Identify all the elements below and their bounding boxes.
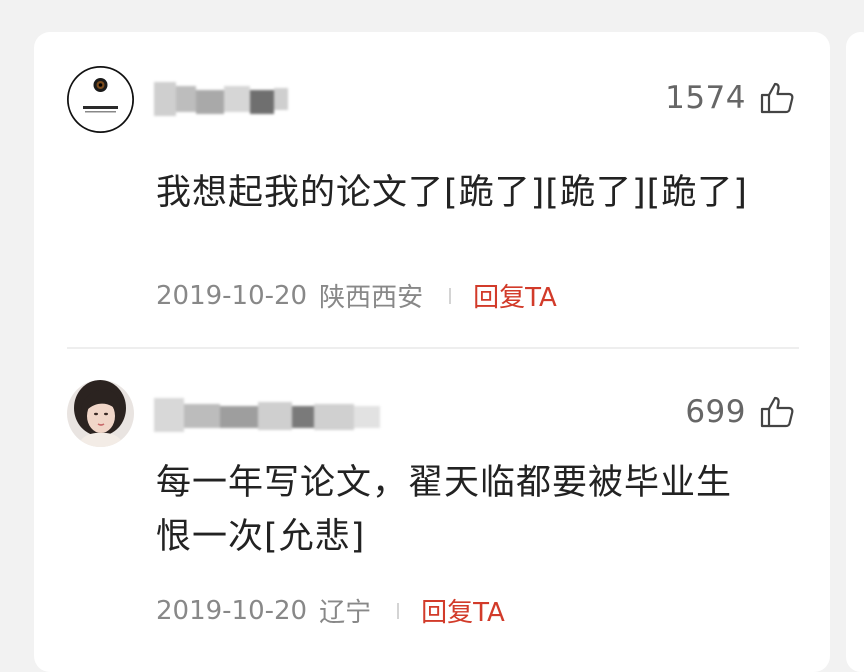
comment-separator [67,347,799,349]
like-counter[interactable]: 699 [685,394,794,430]
comment-date: 2019-10-20 [156,595,308,626]
eye-logo-avatar [67,66,134,133]
username-blurred[interactable] [154,398,384,432]
thumbs-up-icon[interactable] [760,396,794,428]
comment-date: 2019-10-20 [156,280,308,311]
comment-location: 陕西西安 [319,283,424,313]
username-blurred[interactable] [154,82,294,116]
avatar[interactable] [67,66,134,133]
like-count: 1574 [665,80,746,116]
comment-text: 每一年写论文，翟天临都要被毕业生 恨一次[允悲] [156,456,796,564]
comment-meta: 2019-10-20 辽宁 回复TA [156,592,505,629]
meta-divider [449,287,452,304]
comments-card: 1574 我想起我的论文了[跪了][跪了][跪了] 2019-10-20 陕西西… [34,32,830,672]
portrait-avatar [67,380,134,447]
comment-location: 辽宁 [319,598,372,628]
thumbs-up-icon[interactable] [760,82,794,114]
comment-text-line-2: 恨一次[允悲] [156,517,366,557]
meta-divider [397,602,400,619]
like-counter[interactable]: 1574 [665,80,794,116]
reply-button[interactable]: 回复TA [421,592,505,629]
comment-text-line-1: 每一年写论文，翟天临都要被毕业生 [156,463,733,503]
comment-meta: 2019-10-20 陕西西安 回复TA [156,277,557,314]
reply-button[interactable]: 回复TA [473,277,557,314]
comment-text: 我想起我的论文了[跪了][跪了][跪了] [156,173,748,213]
next-card-edge [846,32,864,672]
like-count: 699 [685,394,746,430]
avatar[interactable] [67,380,134,447]
